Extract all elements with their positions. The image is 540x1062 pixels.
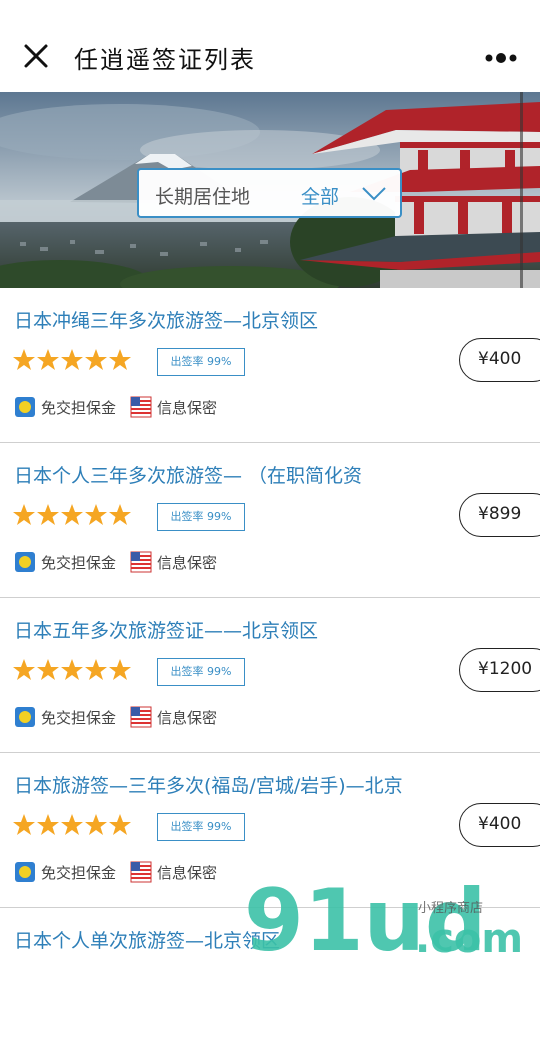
rating-stars bbox=[12, 348, 132, 376]
star-icon bbox=[37, 349, 59, 370]
star-icon bbox=[61, 349, 83, 370]
tag-label: 信息保密 bbox=[157, 863, 218, 882]
watermark-tagline: 小程序商店 bbox=[418, 901, 483, 916]
top-bar: 任逍遥签证列表 bbox=[0, 0, 540, 92]
star-icon bbox=[61, 814, 83, 835]
filter-label: 长期居住地 bbox=[155, 186, 251, 208]
price-button[interactable]: ¥1200 bbox=[459, 648, 540, 692]
star-icon bbox=[109, 349, 131, 370]
star-icon bbox=[85, 659, 107, 680]
filter-value: 全部 bbox=[301, 186, 340, 208]
tag-label: 信息保密 bbox=[157, 708, 218, 727]
tag-no-deposit: 免交担保金 bbox=[14, 551, 116, 573]
tag-no-deposit: 免交担保金 bbox=[14, 706, 116, 728]
visa-title: 日本五年多次旅游签证——北京领区 bbox=[14, 620, 319, 642]
star-icon bbox=[85, 349, 107, 370]
flag-icon bbox=[130, 551, 152, 573]
tag-no-deposit: 免交担保金 bbox=[14, 396, 116, 418]
tag-privacy: 信息保密 bbox=[130, 396, 217, 418]
star-icon bbox=[85, 504, 107, 525]
price-button[interactable]: ¥899 bbox=[459, 493, 540, 537]
feature-tags: 免交担保金 信息保密 bbox=[14, 861, 231, 883]
tag-label: 信息保密 bbox=[157, 398, 218, 417]
residence-filter-dropdown[interactable]: 长期居住地 全部 bbox=[137, 168, 402, 218]
watermark-logo: 91ud .com 小程序商店 bbox=[244, 871, 523, 960]
tag-label: 信息保密 bbox=[157, 553, 218, 572]
visa-title: 日本个人三年多次旅游签— （在职简化资 bbox=[14, 465, 363, 487]
feature-tags: 免交担保金 信息保密 bbox=[14, 706, 231, 728]
close-icon[interactable] bbox=[20, 40, 52, 72]
tag-privacy: 信息保密 bbox=[130, 706, 217, 728]
deposit-icon bbox=[15, 862, 35, 882]
deposit-icon bbox=[15, 552, 35, 572]
flag-icon bbox=[130, 396, 152, 418]
star-icon bbox=[13, 659, 35, 680]
tag-no-deposit: 免交担保金 bbox=[14, 861, 116, 883]
tag-label: 免交担保金 bbox=[41, 708, 117, 727]
visa-list-item[interactable]: 日本冲绳三年多次旅游签—北京领区 出签率 99% ¥400 免交担保金 信息保密 bbox=[0, 288, 540, 443]
flag-icon bbox=[130, 861, 152, 883]
star-icon bbox=[109, 659, 131, 680]
tag-privacy: 信息保密 bbox=[130, 551, 217, 573]
star-icon bbox=[85, 814, 107, 835]
star-icon bbox=[37, 659, 59, 680]
tag-label: 免交担保金 bbox=[41, 863, 117, 882]
approval-rate-badge: 出签率 99% bbox=[157, 658, 245, 686]
star-icon bbox=[109, 504, 131, 525]
watermark-domain: .com bbox=[415, 916, 523, 960]
star-icon bbox=[13, 504, 35, 525]
star-icon bbox=[61, 504, 83, 525]
feature-tags: 免交担保金 信息保密 bbox=[14, 396, 231, 418]
deposit-icon bbox=[15, 397, 35, 417]
visa-list-item[interactable]: 日本五年多次旅游签证——北京领区 出签率 99% ¥1200 免交担保金 信息保… bbox=[0, 598, 540, 753]
visa-list-item[interactable]: 日本个人三年多次旅游签— （在职简化资 出签率 99% ¥899 免交担保金 信… bbox=[0, 443, 540, 598]
price-button[interactable]: ¥400 bbox=[459, 803, 540, 847]
approval-rate-badge: 出签率 99% bbox=[157, 503, 245, 531]
price-button[interactable]: ¥400 bbox=[459, 338, 540, 382]
rating-stars bbox=[12, 813, 132, 841]
tag-label: 免交担保金 bbox=[41, 553, 117, 572]
tag-label: 免交担保金 bbox=[41, 398, 117, 417]
star-icon bbox=[37, 814, 59, 835]
star-icon bbox=[61, 659, 83, 680]
flag-icon bbox=[130, 706, 152, 728]
visa-title: 日本冲绳三年多次旅游签—北京领区 bbox=[14, 310, 319, 332]
tag-privacy: 信息保密 bbox=[130, 861, 217, 883]
rating-stars bbox=[12, 658, 132, 686]
feature-tags: 免交担保金 信息保密 bbox=[14, 551, 231, 573]
deposit-icon bbox=[15, 707, 35, 727]
visa-title: 日本旅游签—三年多次(福岛/宫城/岩手)—北京 bbox=[14, 775, 403, 797]
star-icon bbox=[13, 349, 35, 370]
chevron-down-icon bbox=[362, 187, 386, 201]
approval-rate-badge: 出签率 99% bbox=[157, 813, 245, 841]
star-icon bbox=[13, 814, 35, 835]
page-title: 任逍遥签证列表 bbox=[74, 46, 256, 74]
rating-stars bbox=[12, 503, 132, 531]
star-icon bbox=[37, 504, 59, 525]
more-options-icon[interactable] bbox=[484, 53, 518, 63]
approval-rate-badge: 出签率 99% bbox=[157, 348, 245, 376]
star-icon bbox=[109, 814, 131, 835]
